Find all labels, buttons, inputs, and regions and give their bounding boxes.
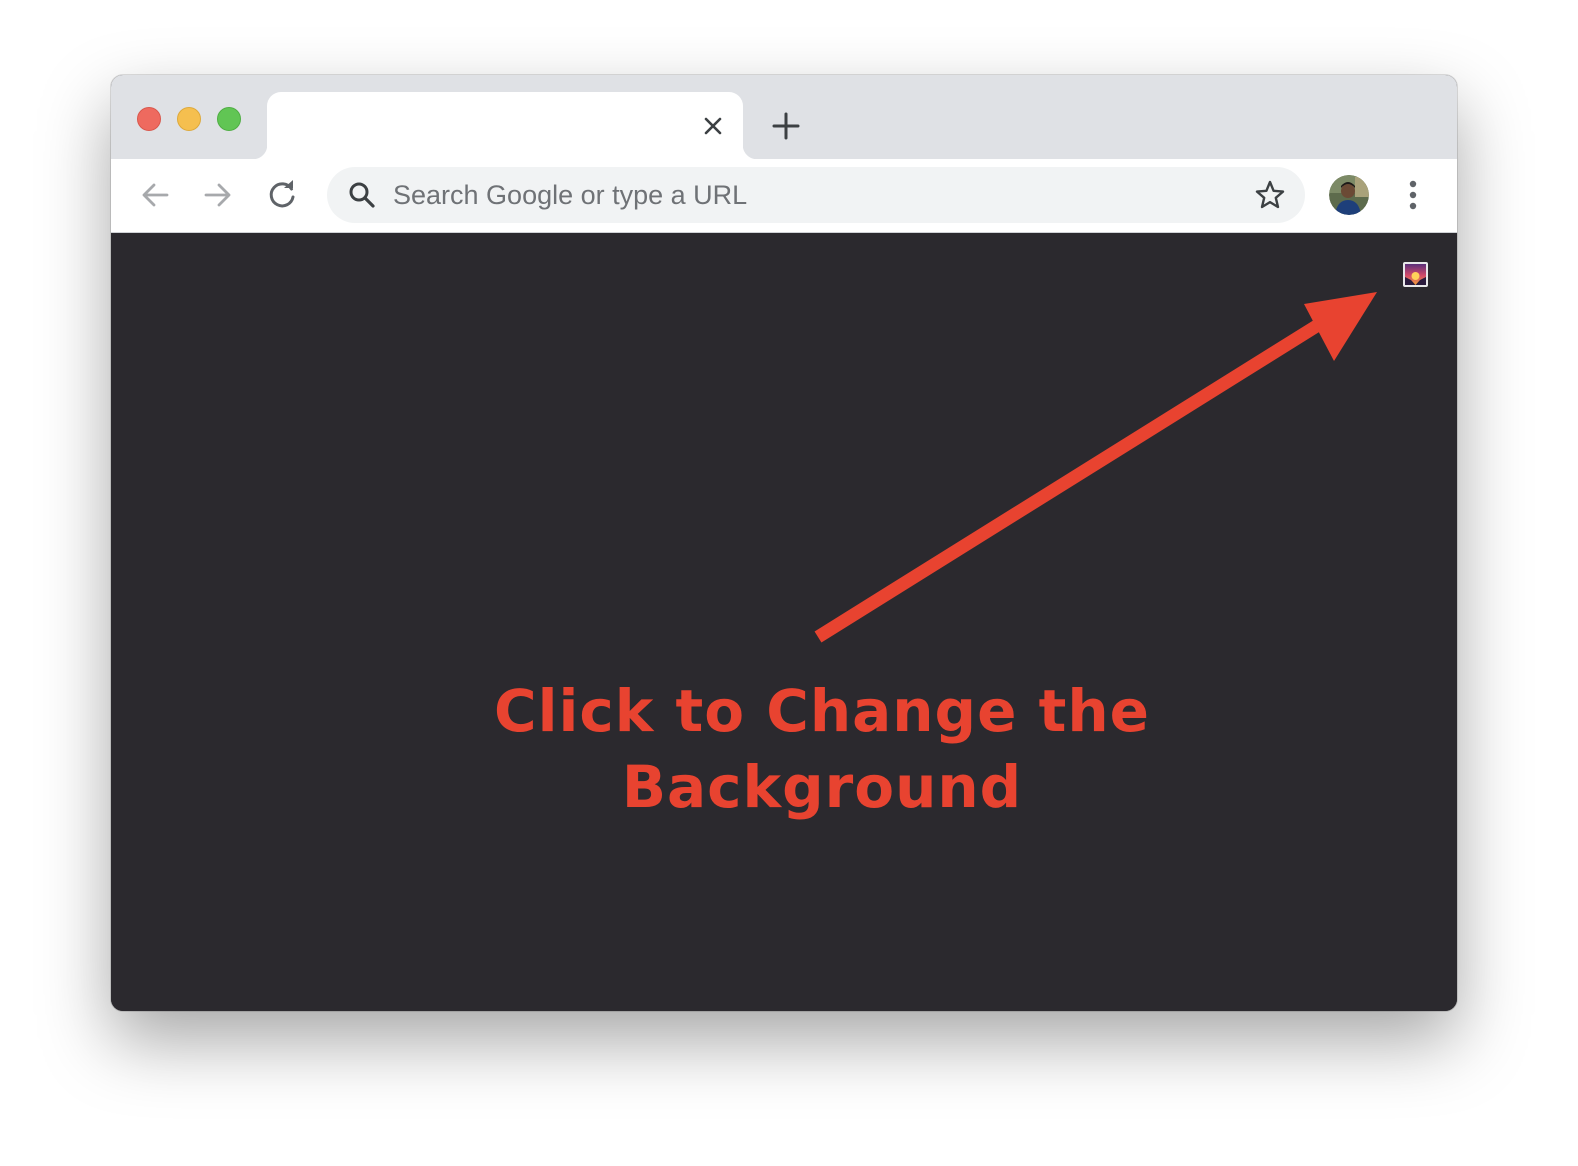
arrow-left-icon[interactable] bbox=[137, 177, 173, 213]
close-window-button[interactable] bbox=[137, 107, 161, 131]
annotation-arrow bbox=[814, 292, 1377, 643]
annotation-text: Click to Change the Background bbox=[422, 673, 1222, 825]
plus-icon[interactable] bbox=[769, 109, 803, 143]
tab-strip bbox=[111, 75, 1457, 159]
annotation-line-1: Click to Change the bbox=[494, 677, 1150, 745]
avatar[interactable] bbox=[1329, 175, 1369, 215]
image-icon[interactable] bbox=[1403, 262, 1428, 287]
browser-window: Click to Change the Background bbox=[111, 75, 1457, 1011]
reload-icon[interactable] bbox=[264, 177, 300, 213]
arrow-right-icon[interactable] bbox=[200, 177, 236, 213]
search-icon bbox=[347, 180, 377, 210]
annotation-line-2: Background bbox=[621, 753, 1023, 821]
zoom-window-button[interactable] bbox=[217, 107, 241, 131]
omnibox[interactable] bbox=[327, 167, 1305, 223]
more-vert-icon[interactable] bbox=[1395, 175, 1431, 215]
toolbar bbox=[111, 159, 1457, 233]
new-tab-page: Click to Change the Background bbox=[111, 233, 1457, 1011]
minimize-window-button[interactable] bbox=[177, 107, 201, 131]
star-icon[interactable] bbox=[1253, 178, 1287, 212]
close-icon[interactable] bbox=[699, 112, 727, 140]
active-tab[interactable] bbox=[253, 92, 757, 159]
search-input[interactable] bbox=[393, 173, 1213, 217]
